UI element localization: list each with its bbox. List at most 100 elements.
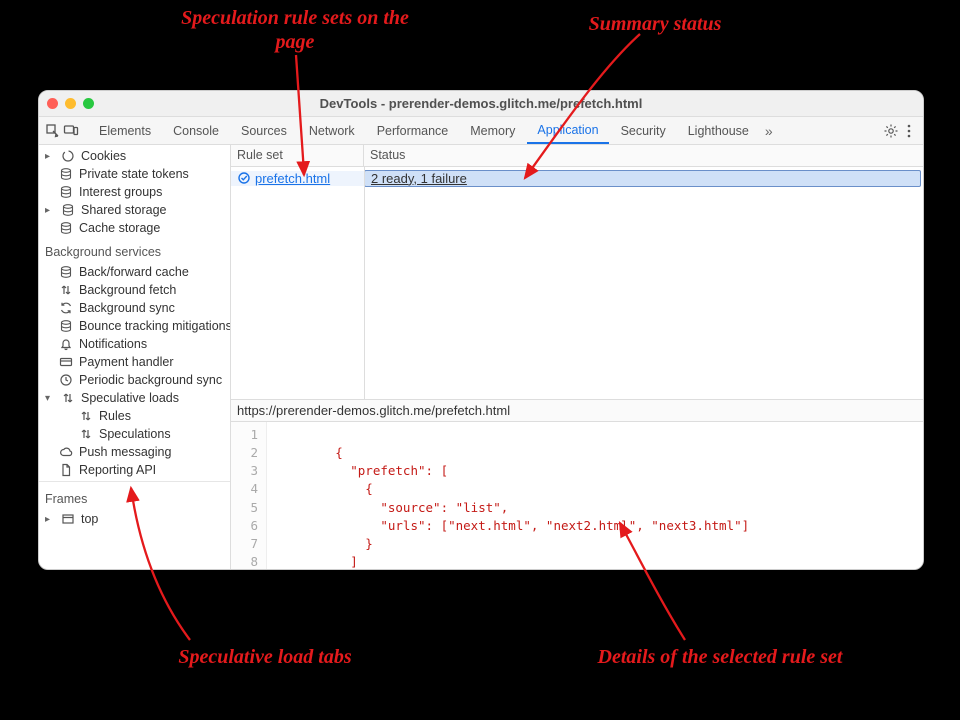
chevron-right-icon: ▸ xyxy=(45,151,55,162)
clock-icon xyxy=(59,373,73,387)
sidebar-label: Cookies xyxy=(81,149,126,163)
tabs-overflow-icon[interactable]: » xyxy=(765,123,773,139)
frame-icon xyxy=(61,512,75,526)
anno-spec-load-tabs: Speculative load tabs xyxy=(135,645,395,669)
sidebar-label: Cache storage xyxy=(79,221,160,235)
tab-application[interactable]: Application xyxy=(527,117,608,144)
tab-memory[interactable]: Memory xyxy=(460,117,525,144)
sidebar-label: Back/forward cache xyxy=(79,265,189,279)
sidebar-item-shared-storage[interactable]: ▸ Shared storage xyxy=(39,201,230,219)
database-icon xyxy=(59,185,73,199)
tab-lighthouse[interactable]: Lighthouse xyxy=(678,117,759,144)
database-icon xyxy=(59,221,73,235)
tab-security[interactable]: Security xyxy=(611,117,676,144)
inspect-icon[interactable] xyxy=(45,123,61,139)
tab-performance[interactable]: Performance xyxy=(367,117,459,144)
sidebar-item-reporting-api[interactable]: Reporting API xyxy=(39,461,230,479)
sidebar-item-cache-storage[interactable]: Cache storage xyxy=(39,219,230,237)
sidebar-label: Private state tokens xyxy=(79,167,189,181)
sidebar-label: Interest groups xyxy=(79,185,162,199)
sidebar-item-speculative-loads[interactable]: ▾ Speculative loads xyxy=(39,389,230,407)
sidebar-item-bounce-tracking[interactable]: Bounce tracking mitigations xyxy=(39,317,230,335)
tab-label: Memory xyxy=(470,124,515,138)
tab-label: Sources xyxy=(241,124,287,138)
sidebar-label: Payment handler xyxy=(79,355,174,369)
sidebar-label: Speculations xyxy=(99,427,171,441)
document-icon xyxy=(59,463,73,477)
anno-spec-rule-sets: Speculation rule sets on the page xyxy=(165,6,425,54)
minimize-icon[interactable] xyxy=(65,98,76,109)
tab-label: Console xyxy=(173,124,219,138)
anno-rule-details: Details of the selected rule set xyxy=(555,645,885,669)
device-toolbar-icon[interactable] xyxy=(63,123,79,139)
chevron-right-icon: ▸ xyxy=(45,514,55,525)
cloud-icon xyxy=(59,445,73,459)
devtools-tabstrip: Elements Console Sources Network Perform… xyxy=(39,117,923,145)
tab-label: Network xyxy=(309,124,355,138)
ruleset-table-body: prefetch.html 2 ready, 1 failure xyxy=(231,167,923,399)
window-title: DevTools - prerender-demos.glitch.me/pre… xyxy=(39,96,923,111)
status-ok-icon xyxy=(237,171,251,185)
database-icon xyxy=(61,203,75,217)
sidebar-header-frames: Frames xyxy=(39,484,230,510)
sidebar-item-private-state-tokens[interactable]: Private state tokens xyxy=(39,165,230,183)
tab-network[interactable]: Network xyxy=(299,117,365,144)
anno-summary-status: Summary status xyxy=(555,12,755,36)
tab-sources[interactable]: Sources xyxy=(231,117,297,144)
sidebar-item-push-messaging[interactable]: Push messaging xyxy=(39,443,230,461)
tab-console[interactable]: Console xyxy=(163,117,229,144)
sidebar-label: Periodic background sync xyxy=(79,373,222,387)
tab-label: Performance xyxy=(377,124,449,138)
chevron-down-icon: ▾ xyxy=(45,393,55,404)
arrows-vertical-icon xyxy=(79,427,93,441)
close-icon[interactable] xyxy=(47,98,58,109)
rule-set-code: 1 2 3 4 5 6 7 8 9 { "prefetch": [ { "sou… xyxy=(231,421,923,569)
col-rule-set: Rule set xyxy=(231,145,364,166)
sidebar-item-top-frame[interactable]: ▸ top xyxy=(39,510,230,528)
titlebar: DevTools - prerender-demos.glitch.me/pre… xyxy=(39,91,923,117)
sidebar-label: Notifications xyxy=(79,337,147,351)
sidebar-label: Bounce tracking mitigations xyxy=(79,319,231,333)
rule-set-cell[interactable]: prefetch.html xyxy=(231,171,364,186)
application-sidebar: ▸ Cookies Private state tokens Interest … xyxy=(39,145,231,569)
arrows-vertical-icon xyxy=(61,391,75,405)
sidebar-label: Shared storage xyxy=(81,203,166,217)
bell-icon xyxy=(59,337,73,351)
sidebar-item-speculations[interactable]: Speculations xyxy=(39,425,230,443)
sidebar-item-background-sync[interactable]: Background sync xyxy=(39,299,230,317)
sidebar-item-notifications[interactable]: Notifications xyxy=(39,335,230,353)
maximize-icon[interactable] xyxy=(83,98,94,109)
tab-label: Lighthouse xyxy=(688,124,749,138)
arrows-vertical-icon xyxy=(79,409,93,423)
sidebar-label: Speculative loads xyxy=(81,391,179,405)
sidebar-item-periodic-bg-sync[interactable]: Periodic background sync xyxy=(39,371,230,389)
tab-elements[interactable]: Elements xyxy=(89,117,161,144)
sidebar-item-interest-groups[interactable]: Interest groups xyxy=(39,183,230,201)
sidebar-label: Push messaging xyxy=(79,445,171,459)
col-status: Status xyxy=(364,145,923,166)
status-cell[interactable]: 2 ready, 1 failure xyxy=(364,170,921,187)
sidebar-item-rules[interactable]: Rules xyxy=(39,407,230,425)
sidebar-item-cookies[interactable]: ▸ Cookies xyxy=(39,147,230,165)
code-body: { "prefetch": [ { "source": "list", "url… xyxy=(267,422,923,569)
sidebar-item-payment-handler[interactable]: Payment handler xyxy=(39,353,230,371)
sync-icon xyxy=(59,301,73,315)
sidebar-item-background-fetch[interactable]: Background fetch xyxy=(39,281,230,299)
sidebar-label: Background fetch xyxy=(79,283,176,297)
sidebar-item-bfcache[interactable]: Back/forward cache xyxy=(39,263,230,281)
sidebar-label: Background sync xyxy=(79,301,175,315)
database-icon xyxy=(59,319,73,333)
tab-label: Security xyxy=(621,124,666,138)
ruleset-table-head: Rule set Status xyxy=(231,145,923,167)
cookie-icon xyxy=(61,149,75,163)
selected-rule-url: https://prerender-demos.glitch.me/prefet… xyxy=(231,399,923,421)
kebab-menu-icon[interactable] xyxy=(901,123,917,139)
code-gutter: 1 2 3 4 5 6 7 8 9 xyxy=(231,422,267,569)
tab-label: Elements xyxy=(99,124,151,138)
sidebar-label: Reporting API xyxy=(79,463,156,477)
table-row[interactable]: prefetch.html 2 ready, 1 failure xyxy=(231,167,923,189)
chevron-right-icon: ▸ xyxy=(45,205,55,216)
settings-icon[interactable] xyxy=(883,123,899,139)
sidebar-label: top xyxy=(81,512,98,526)
rule-set-link[interactable]: prefetch.html xyxy=(255,171,330,186)
